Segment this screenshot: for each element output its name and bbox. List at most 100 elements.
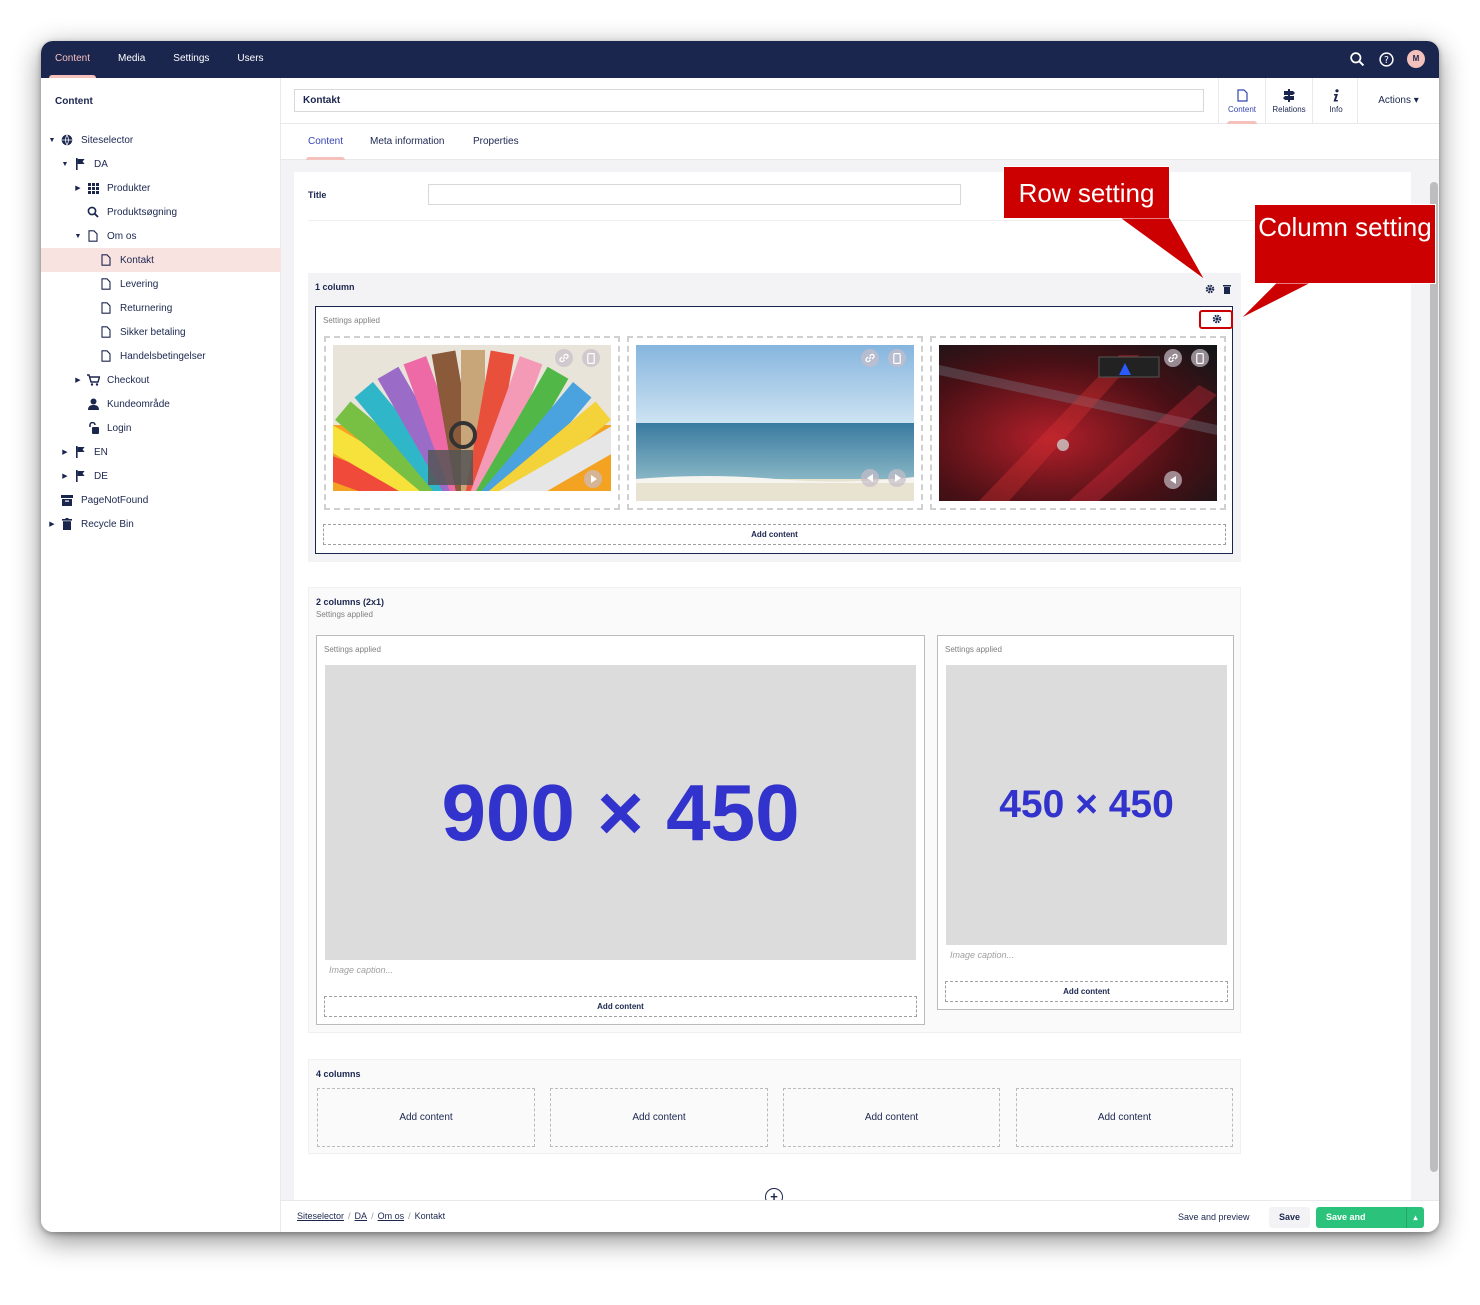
tree-node-label: Returnering: [120, 302, 173, 314]
grid-row-2-columns[interactable]: 2 columns (2x1) Settings applied Setting…: [308, 587, 1241, 1033]
umbraco-window: Content Media Settings Users ? M Content…: [41, 41, 1439, 1232]
breadcrumb-da[interactable]: DA: [355, 1211, 368, 1221]
column-settings-highlight[interactable]: [1199, 310, 1233, 329]
tree-node[interactable]: Handelsbetingelser: [41, 344, 281, 368]
app-relations[interactable]: Relations: [1265, 78, 1312, 124]
column-settings-gear-icon[interactable]: [1212, 314, 1222, 324]
nav-users[interactable]: Users: [223, 41, 277, 78]
image-caption[interactable]: Image caption...: [329, 965, 393, 975]
tree-node[interactable]: Sikker betaling: [41, 320, 281, 344]
carousel-cell-1[interactable]: [324, 336, 620, 510]
save-and-preview-button[interactable]: Save and preview: [1168, 1207, 1260, 1228]
grid-row-4-columns[interactable]: 4 columns Add content Add content Add co…: [308, 1059, 1241, 1154]
tree-node-label: DA: [94, 158, 108, 170]
add-content-button[interactable]: Add content: [324, 996, 917, 1017]
scrollbar[interactable]: [1429, 178, 1438, 1228]
breadcrumb-siteselector[interactable]: Siteselector: [297, 1211, 344, 1221]
property-divider: [308, 220, 1397, 221]
tree-node[interactable]: ▶ Recycle Bin: [41, 512, 281, 536]
document-icon: [99, 277, 113, 291]
mobile-icon[interactable]: [1191, 349, 1209, 367]
save-and-publish-button[interactable]: Save and publish ▴: [1316, 1207, 1424, 1228]
add-content-button[interactable]: Add content: [1016, 1088, 1233, 1147]
nav-content[interactable]: Content: [41, 41, 104, 78]
carousel-cell-2[interactable]: [627, 336, 923, 510]
add-content-button[interactable]: Add content: [550, 1088, 768, 1147]
tree-node[interactable]: ▼ Siteselector: [41, 128, 281, 152]
help-icon[interactable]: ?: [1378, 51, 1395, 68]
scrollbar-thumb[interactable]: [1430, 182, 1438, 1172]
mobile-icon[interactable]: [888, 349, 906, 367]
caret-down-icon[interactable]: ▼: [60, 161, 70, 168]
app-content[interactable]: Content: [1218, 78, 1265, 124]
tree-node[interactable]: ▶ DE: [41, 464, 281, 488]
caret-right-icon[interactable]: ▶: [73, 376, 83, 384]
grid-row-1-column[interactable]: 1 column Settings applied Add content: [308, 273, 1241, 562]
tree-node-label: DE: [94, 470, 108, 482]
tree-node[interactable]: Kundeområde: [41, 392, 281, 416]
content-tree-sidebar: Content ▼ Siteselector ▼ DA ▶ Produkter Produk…: [41, 78, 281, 1232]
node-name-input[interactable]: [294, 89, 1204, 112]
placeholder-dimensions: 900 × 450: [441, 767, 800, 857]
tree-node[interactable]: ▶ EN: [41, 440, 281, 464]
save-button[interactable]: Save: [1269, 1207, 1311, 1228]
title-property-input[interactable]: [428, 184, 961, 205]
tab-meta-information[interactable]: Meta information: [370, 124, 444, 160]
caret-right-icon[interactable]: ▶: [60, 448, 70, 456]
image-placeholder-900x450[interactable]: 900 × 450: [325, 665, 916, 960]
tree-node[interactable]: Kontakt: [41, 248, 281, 272]
link-icon[interactable]: [1164, 349, 1182, 367]
tree-node[interactable]: ▶ Produkter: [41, 176, 281, 200]
document-icon: [99, 301, 113, 315]
tab-content[interactable]: Content: [305, 124, 346, 160]
app-info[interactable]: Info: [1312, 78, 1359, 124]
tree-node[interactable]: Levering: [41, 272, 281, 296]
tab-properties[interactable]: Properties: [473, 124, 519, 160]
tree-node[interactable]: Login: [41, 416, 281, 440]
tree-node[interactable]: ▼ DA: [41, 152, 281, 176]
tree-node-label: Produkter: [107, 182, 151, 194]
settings-applied-label: Settings applied: [316, 610, 373, 619]
grid-area-col-2[interactable]: Settings applied 450 × 450 Image caption…: [937, 635, 1234, 1010]
add-content-button[interactable]: Add content: [317, 1088, 535, 1147]
link-icon[interactable]: [861, 349, 879, 367]
row-title: 4 columns: [316, 1069, 361, 1079]
image-placeholder-450x450[interactable]: 450 × 450: [946, 665, 1227, 945]
carousel-next-icon[interactable]: [584, 470, 602, 488]
chevron-up-icon[interactable]: ▴: [1406, 1207, 1424, 1228]
actions-dropdown[interactable]: Actions ▾: [1357, 78, 1439, 124]
search-icon[interactable]: [1349, 51, 1366, 68]
grid-icon: [86, 181, 100, 195]
grid-area-col-1[interactable]: Settings applied 900 × 450 Image caption…: [316, 635, 925, 1025]
carousel-prev-icon[interactable]: [1164, 471, 1182, 489]
caret-right-icon[interactable]: ▶: [47, 520, 57, 528]
tree-node[interactable]: ▼ Om os: [41, 224, 281, 248]
caret-down-icon[interactable]: ▼: [47, 137, 57, 144]
add-content-button[interactable]: Add content: [945, 981, 1228, 1002]
unlock-icon: [86, 421, 100, 435]
link-icon[interactable]: [555, 349, 573, 367]
nav-media[interactable]: Media: [104, 41, 159, 78]
tree-node[interactable]: Produktsøgning: [41, 200, 281, 224]
carousel-prev-icon[interactable]: [861, 469, 879, 487]
row-delete-trash-icon[interactable]: [1223, 284, 1231, 294]
caret-right-icon[interactable]: ▶: [73, 184, 83, 192]
carousel-cell-3[interactable]: [930, 336, 1226, 510]
image-caption[interactable]: Image caption...: [950, 950, 1014, 960]
add-content-button[interactable]: Add content: [323, 524, 1226, 545]
tree-node[interactable]: ▶ Checkout: [41, 368, 281, 392]
add-content-button[interactable]: Add content: [783, 1088, 1000, 1147]
section-nav: Content Media Settings Users: [41, 41, 278, 78]
tree-node[interactable]: Returnering: [41, 296, 281, 320]
tree-node-label: Recycle Bin: [81, 518, 134, 530]
caret-down-icon[interactable]: ▼: [73, 233, 83, 240]
carousel-next-icon[interactable]: [888, 469, 906, 487]
mobile-icon[interactable]: [582, 349, 600, 367]
nav-settings[interactable]: Settings: [159, 41, 223, 78]
grid-area-selected[interactable]: Settings applied Add content: [315, 306, 1233, 554]
breadcrumb-om-os[interactable]: Om os: [378, 1211, 405, 1221]
document-icon: [99, 325, 113, 339]
tree-node[interactable]: PageNotFound: [41, 488, 281, 512]
user-avatar[interactable]: M: [1407, 50, 1425, 68]
caret-right-icon[interactable]: ▶: [60, 472, 70, 480]
